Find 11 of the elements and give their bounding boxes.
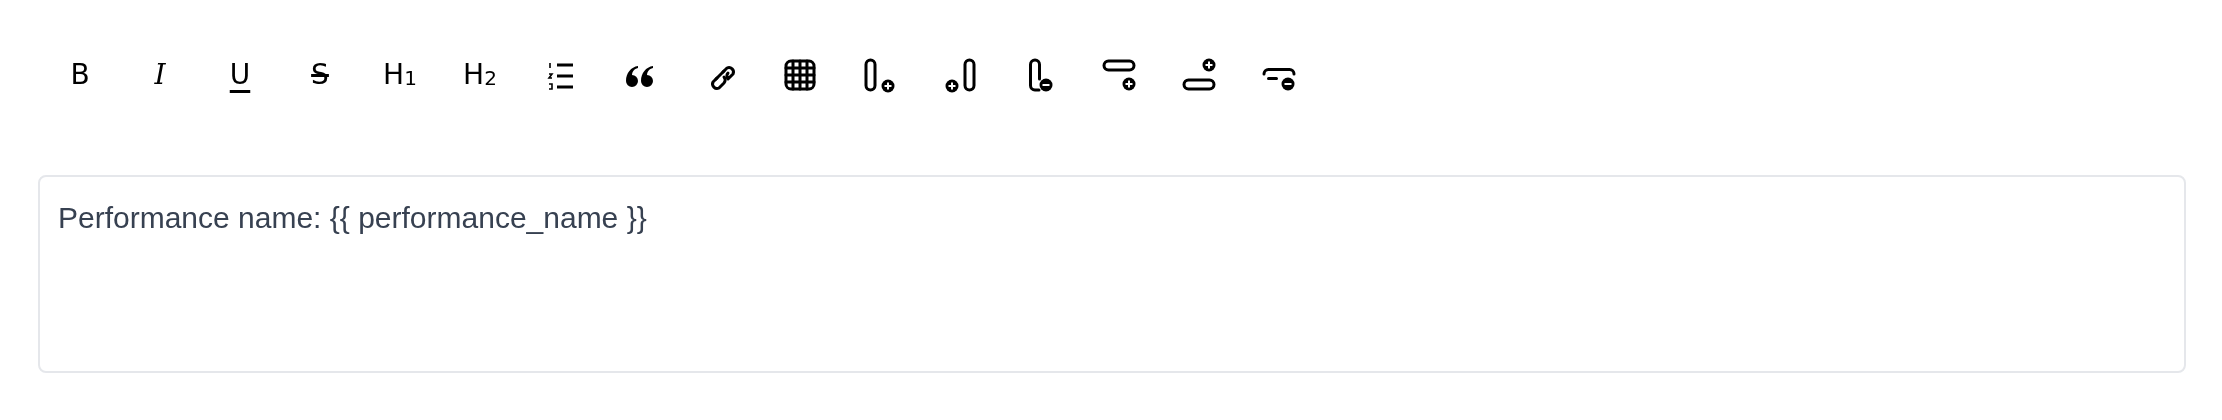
- editor-text: Performance name: {{ performance_name }}: [58, 201, 647, 234]
- table-icon: [782, 57, 818, 93]
- editor-field[interactable]: Performance name: {{ performance_name }}: [38, 175, 2186, 373]
- row-add-icon: [1182, 57, 1218, 93]
- heading-button[interactable]: H2: [456, 51, 504, 99]
- italic-button[interactable]: I: [136, 51, 184, 99]
- heading-button[interactable]: H1: [376, 51, 424, 99]
- underline-button[interactable]: U: [216, 51, 264, 99]
- row-add-icon: [1102, 57, 1138, 93]
- strikethrough-button[interactable]: S: [296, 51, 344, 99]
- bold-button[interactable]: B: [56, 51, 104, 99]
